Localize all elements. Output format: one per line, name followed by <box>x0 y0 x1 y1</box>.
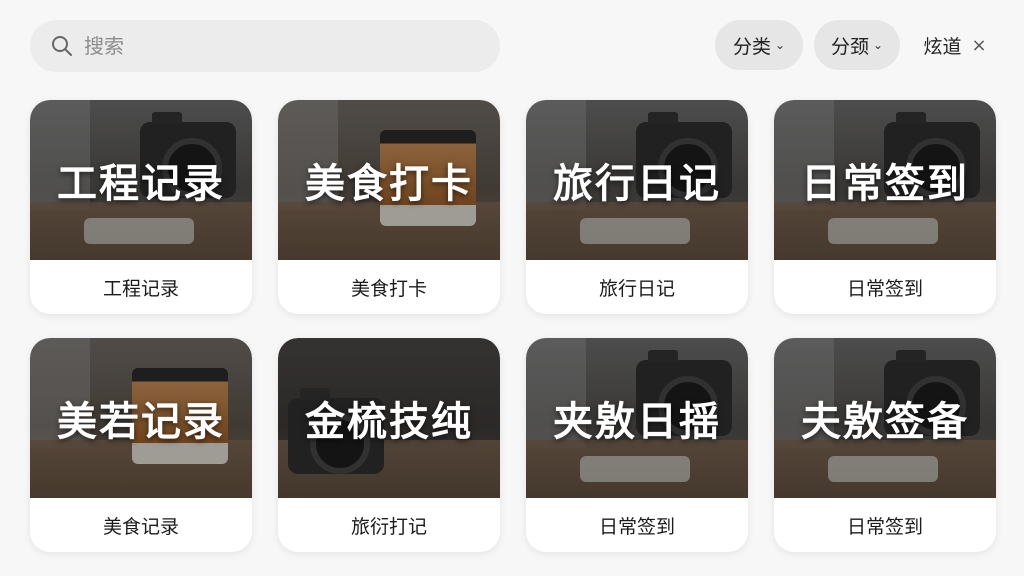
album-card[interactable]: 旅行日记 旅行日记 <box>526 100 748 314</box>
album-card[interactable]: 金梳技纯 旅衍打记 <box>278 338 500 552</box>
chevron-down-icon: ⌄ <box>774 38 786 52</box>
album-label: 美食打卡 <box>350 277 427 300</box>
album-label: 旅衍打记 <box>350 515 427 538</box>
album-thumbnail: 工程记录 <box>30 100 252 260</box>
active-filter-tag[interactable]: 炫道 × <box>910 20 1000 70</box>
album-label: 工程记录 <box>102 277 179 300</box>
album-card[interactable]: 夹敫日揺 日常签到 <box>526 338 748 552</box>
filter-secondary-dropdown[interactable]: 分颈 ⌄ <box>814 20 900 70</box>
search-bar[interactable] <box>30 20 500 72</box>
chevron-down-icon: ⌄ <box>872 38 884 52</box>
thumbnail-title: 美食打卡 <box>305 161 473 207</box>
thumbnail-title: 旅行日记 <box>553 161 721 207</box>
album-label: 日常签到 <box>846 515 923 538</box>
album-label: 日常签到 <box>598 515 675 538</box>
thumbnail-title: 金梳技纯 <box>305 399 473 445</box>
album-thumbnail: 旅行日记 <box>526 100 748 260</box>
top-bar: 分类 ⌄ 分颈 ⌄ 炫道 × <box>30 20 1000 72</box>
thumbnail-title: 工程记录 <box>57 161 225 207</box>
thumbnail-title: 夹敫日揺 <box>553 399 721 445</box>
album-card[interactable]: 美食打卡 美食打卡 <box>278 100 500 314</box>
album-label: 日常签到 <box>846 277 923 300</box>
filter-secondary-label: 分颈 <box>830 35 869 58</box>
album-card[interactable]: 日常签到 日常签到 <box>774 100 996 314</box>
album-label: 美食记录 <box>102 515 179 538</box>
album-thumbnail: 美食打卡 <box>278 100 500 260</box>
album-card[interactable]: 美若记录 美食记录 <box>30 338 252 552</box>
album-card[interactable]: 工程记录 工程记录 <box>30 100 252 314</box>
close-icon[interactable]: × <box>971 35 986 56</box>
filter-category-label: 分类 <box>732 35 771 58</box>
search-icon <box>52 36 72 56</box>
album-thumbnail: 金梳技纯 <box>278 338 500 498</box>
active-filter-label: 炫道 <box>923 35 962 58</box>
album-card[interactable]: 夫敫签备 日常签到 <box>774 338 996 552</box>
album-thumbnail: 日常签到 <box>774 100 996 260</box>
thumbnail-title: 美若记录 <box>57 399 225 445</box>
thumbnail-title: 日常签到 <box>801 161 969 207</box>
album-thumbnail: 美若记录 <box>30 338 252 498</box>
thumbnail-title: 夫敫签备 <box>801 399 969 445</box>
filter-category-dropdown[interactable]: 分类 ⌄ <box>715 20 803 70</box>
search-input[interactable] <box>84 34 464 58</box>
album-label: 旅行日记 <box>598 277 675 300</box>
album-thumbnail: 夹敫日揺 <box>526 338 748 498</box>
album-grid: 工程记录 工程记录 美食打卡 美食打卡 旅行日记 旅行日记 日常签到 日常签到 <box>30 100 996 552</box>
album-thumbnail: 夫敫签备 <box>774 338 996 498</box>
